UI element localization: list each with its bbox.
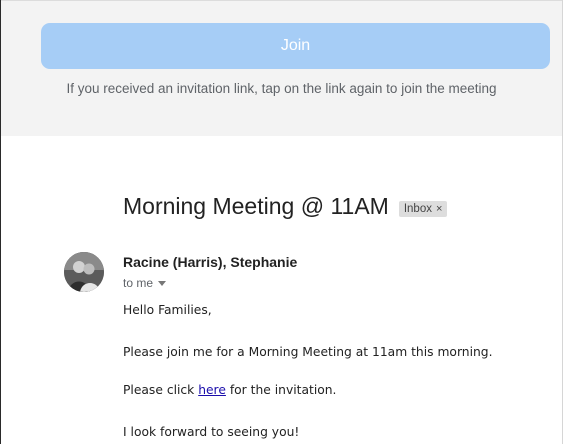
join-button[interactable]: Join: [41, 23, 550, 69]
body-line-3: I look forward to seeing you!: [123, 425, 300, 439]
recipient-details-toggle[interactable]: to me: [123, 276, 167, 290]
zoom-join-panel: Join If you received an invitation link,…: [1, 0, 562, 136]
sender-avatar[interactable]: [64, 252, 104, 292]
body-line-2-after: for the invitation.: [225, 383, 337, 397]
body-line-2-before: Please click: [123, 383, 199, 397]
chevron-down-icon: [158, 280, 167, 286]
body-line-1: Please join me for a Morning Meeting at …: [123, 345, 493, 359]
inbox-label-chip[interactable]: Inbox ×: [398, 200, 448, 217]
avatar-photo-icon: [64, 252, 104, 292]
email-subject-row: Morning Meeting @ 11AM Inbox ×: [123, 193, 448, 220]
recipient-text: to me: [123, 276, 154, 290]
join-hint-text: If you received an invitation link, tap …: [66, 81, 497, 96]
remove-label-icon[interactable]: ×: [436, 203, 442, 215]
body-line-2: Please click here for the invitation.: [123, 383, 336, 397]
inbox-label-text: Inbox: [403, 202, 432, 215]
body-greeting: Hello Families,: [123, 303, 212, 317]
sender-name: Racine (Harris), Stephanie: [123, 254, 298, 270]
invitation-link[interactable]: here: [198, 383, 226, 397]
email-subject: Morning Meeting @ 11AM: [123, 193, 389, 219]
